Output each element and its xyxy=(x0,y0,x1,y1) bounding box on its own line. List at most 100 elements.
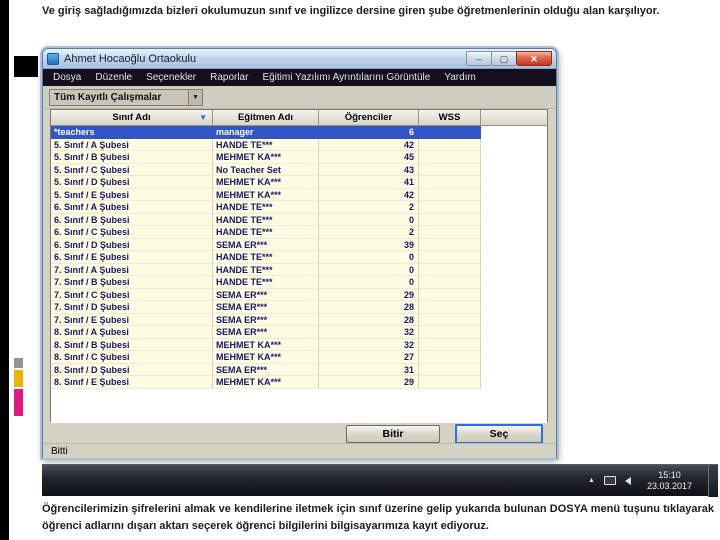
cell-filler xyxy=(481,326,547,339)
table-row[interactable]: 7. Sınıf / B Şubesi HANDE TE*** 0 xyxy=(51,276,547,289)
table-row[interactable]: 5. Sınıf / B Şubesi MEHMET KA*** 45 xyxy=(51,151,547,164)
select-button[interactable]: Seç xyxy=(455,424,543,444)
cell-filler xyxy=(481,338,547,351)
cell-teacher: MEHMET KA*** xyxy=(213,376,319,389)
cell-students: 39 xyxy=(319,238,419,251)
table-row[interactable]: 6. Sınıf / E Şubesi HANDE TE*** 0 xyxy=(51,251,547,264)
cell-class: *teachers xyxy=(51,126,213,139)
menu-item-5[interactable]: Eğitimi Yazılımı Ayrıntılarını Görüntüle xyxy=(255,69,437,86)
cell-wss xyxy=(419,313,481,326)
cell-teacher: MEHMET KA*** xyxy=(213,351,319,364)
table-row[interactable]: 5. Sınıf / C Şubesi No Teacher Set 43 xyxy=(51,163,547,176)
cell-class: 7. Sınıf / D Şubesi xyxy=(51,301,213,314)
table-row[interactable]: 8. Sınıf / D Şubesi SEMA ER*** 31 xyxy=(51,363,547,376)
cell-students: 0 xyxy=(319,251,419,264)
show-desktop-button[interactable] xyxy=(708,464,718,497)
window-controls: – ▢ ✕ xyxy=(466,51,552,66)
menu-item-4[interactable]: Raporlar xyxy=(203,69,255,86)
cell-teacher: manager xyxy=(213,126,319,139)
cell-students: 42 xyxy=(319,138,419,151)
column-header-class[interactable]: Sınıf Adı ▼ xyxy=(51,110,213,126)
menu-item-3[interactable]: Seçenekler xyxy=(139,69,203,86)
cell-wss xyxy=(419,326,481,339)
menu-item-2[interactable]: Düzenle xyxy=(88,69,139,86)
cell-filler xyxy=(481,276,547,289)
table-row[interactable]: 8. Sınıf / C Şubesi MEHMET KA*** 27 xyxy=(51,351,547,364)
filter-dropdown-value: Tüm Kayıtlı Çalışmalar xyxy=(54,92,162,103)
cell-teacher: HANDE TE*** xyxy=(213,263,319,276)
cell-filler xyxy=(481,188,547,201)
cell-wss xyxy=(419,138,481,151)
taskbar[interactable]: ▲ 15:10 23.03.2017 xyxy=(42,464,718,497)
column-header-students[interactable]: Öğrenciler xyxy=(319,110,419,126)
sort-icon: ▼ xyxy=(199,113,207,122)
table-row[interactable]: 6. Sınıf / D Şubesi SEMA ER*** 39 xyxy=(51,238,547,251)
column-header-teacher[interactable]: Eğitmen Adı xyxy=(213,110,319,126)
table-row[interactable]: *teachers manager 6 xyxy=(51,126,547,139)
cell-wss xyxy=(419,238,481,251)
cell-teacher: SEMA ER*** xyxy=(213,326,319,339)
left-accent-bar xyxy=(0,0,9,540)
table-row[interactable]: 6. Sınıf / A Şubesi HANDE TE*** 2 xyxy=(51,201,547,214)
cell-filler xyxy=(481,288,547,301)
cell-wss xyxy=(419,226,481,239)
maximize-button[interactable]: ▢ xyxy=(491,51,517,66)
cell-filler xyxy=(481,363,547,376)
table-row[interactable]: 6. Sınıf / B Şubesi HANDE TE*** 0 xyxy=(51,213,547,226)
top-paragraph: Ve giriş sağladığımızda bizleri okulumuz… xyxy=(42,5,660,17)
cell-students: 27 xyxy=(319,351,419,364)
cell-students: 32 xyxy=(319,326,419,339)
class-table: Sınıf Adı ▼ Eğitmen Adı Öğrenciler WSS *… xyxy=(50,109,548,423)
window-title: Ahmet Hocaoğlu Ortaokulu xyxy=(64,52,197,65)
table-header: Sınıf Adı ▼ Eğitmen Adı Öğrenciler WSS xyxy=(51,110,547,126)
title-bar[interactable]: Ahmet Hocaoğlu Ortaokulu – ▢ ✕ xyxy=(43,49,556,69)
menu-item-6[interactable]: Yardım xyxy=(437,69,483,86)
table-row[interactable]: 7. Sınıf / A Şubesi HANDE TE*** 0 xyxy=(51,263,547,276)
cell-class: 6. Sınıf / D Şubesi xyxy=(51,238,213,251)
table-row[interactable]: 5. Sınıf / D Şubesi MEHMET KA*** 41 xyxy=(51,176,547,189)
cell-class: 6. Sınıf / B Şubesi xyxy=(51,213,213,226)
filter-dropdown[interactable]: Tüm Kayıtlı Çalışmalar ▼ xyxy=(49,89,203,106)
table-row[interactable]: 5. Sınıf / A Şubesi HANDE TE*** 42 xyxy=(51,138,547,151)
toolbar: Tüm Kayıtlı Çalışmalar ▼ xyxy=(43,86,556,109)
finish-button[interactable]: Bitir xyxy=(346,425,440,443)
table-row[interactable]: 8. Sınıf / A Şubesi SEMA ER*** 32 xyxy=(51,326,547,339)
cell-class: 5. Sınıf / C Şubesi xyxy=(51,163,213,176)
cell-filler xyxy=(481,238,547,251)
cell-wss xyxy=(419,351,481,364)
cell-teacher: HANDE TE*** xyxy=(213,213,319,226)
cell-teacher: HANDE TE*** xyxy=(213,138,319,151)
cell-filler xyxy=(481,151,547,164)
cell-teacher: MEHMET KA*** xyxy=(213,151,319,164)
table-row[interactable]: 7. Sınıf / E Şubesi SEMA ER*** 28 xyxy=(51,313,547,326)
table-row[interactable]: 8. Sınıf / B Şubesi MEHMET KA*** 32 xyxy=(51,338,547,351)
column-header-class-label: Sınıf Adı xyxy=(112,112,151,123)
cell-teacher: No Teacher Set xyxy=(213,163,319,176)
chevron-up-icon[interactable]: ▲ xyxy=(588,477,595,484)
system-tray: ▲ 15:10 23.03.2017 xyxy=(588,464,718,497)
volume-icon[interactable] xyxy=(624,476,631,485)
table-row[interactable]: 5. Sınıf / E Şubesi MEHMET KA*** 42 xyxy=(51,188,547,201)
cell-class: 7. Sınıf / C Şubesi xyxy=(51,288,213,301)
cell-class: 6. Sınıf / E Şubesi xyxy=(51,251,213,264)
table-row[interactable]: 6. Sınıf / C Şubesi HANDE TE*** 2 xyxy=(51,226,547,239)
cell-class: 5. Sınıf / E Şubesi xyxy=(51,188,213,201)
cell-teacher: HANDE TE*** xyxy=(213,251,319,264)
table-row[interactable]: 7. Sınıf / D Şubesi SEMA ER*** 28 xyxy=(51,301,547,314)
close-button[interactable]: ✕ xyxy=(516,51,552,66)
minimize-button[interactable]: – xyxy=(466,51,492,66)
cell-class: 5. Sınıf / B Şubesi xyxy=(51,151,213,164)
cell-wss xyxy=(419,288,481,301)
menu-item-1[interactable]: Dosya xyxy=(46,69,88,86)
cell-filler xyxy=(481,376,547,389)
status-bar: Bitti xyxy=(43,443,556,458)
decor-yellow-chip xyxy=(14,370,23,387)
table-row[interactable]: 8. Sınıf / E Şubesi MEHMET KA*** 29 xyxy=(51,376,547,389)
display-icon[interactable] xyxy=(603,476,616,485)
table-row[interactable]: 7. Sınıf / C Şubesi SEMA ER*** 29 xyxy=(51,288,547,301)
cell-students: 31 xyxy=(319,363,419,376)
column-header-wss[interactable]: WSS xyxy=(419,110,481,126)
taskbar-clock[interactable]: 15:10 23.03.2017 xyxy=(640,470,699,492)
cell-class: 8. Sınıf / E Şubesi xyxy=(51,376,213,389)
cell-filler xyxy=(481,251,547,264)
